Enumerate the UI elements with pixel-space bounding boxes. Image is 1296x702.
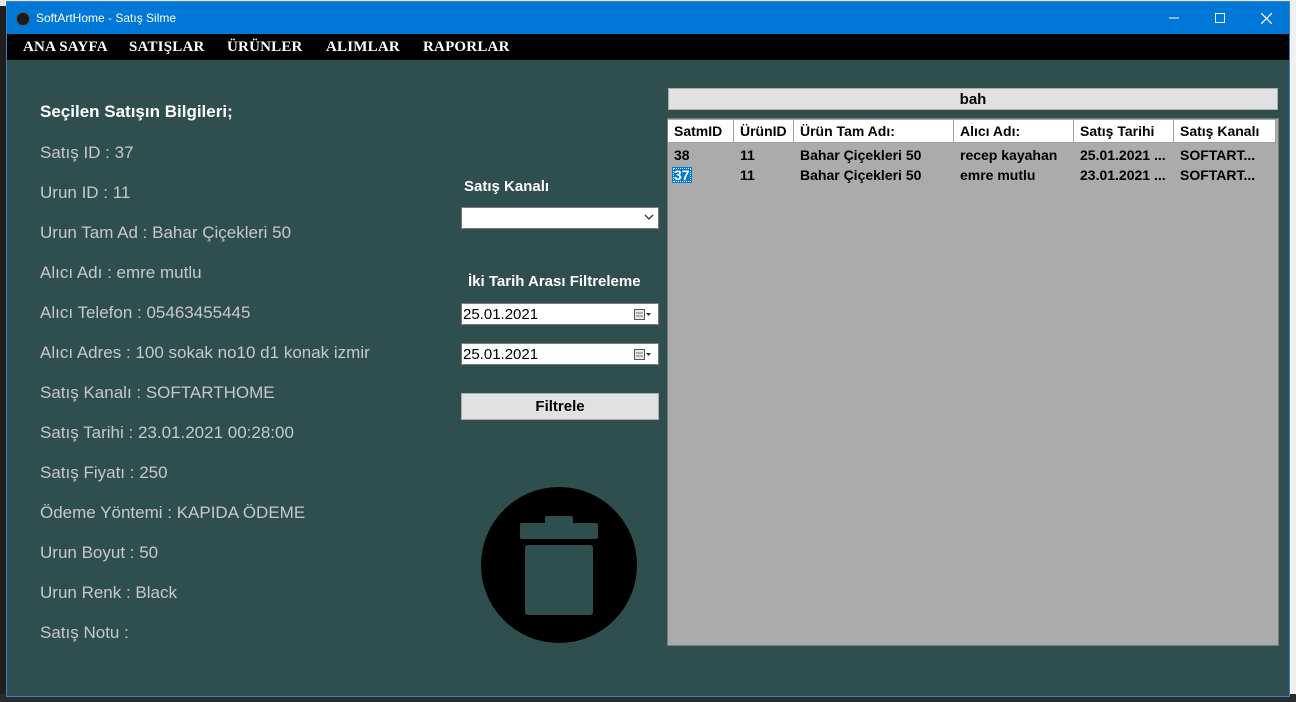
cell-satmid[interactable]: 38 <box>668 145 734 165</box>
info-sale-date: Satış Tarihi : 23.01.2021 00:28:00 <box>40 423 294 442</box>
calendar-icon[interactable] <box>634 309 652 321</box>
info-sale-channel: Satış Kanalı : SOFTARTHOME <box>40 383 275 402</box>
menu-alimlar[interactable]: ALIMLAR <box>326 39 400 56</box>
date-from-value: 25.01.2021 <box>463 306 539 323</box>
menu-urunler[interactable]: ÜRÜNLER <box>227 39 303 56</box>
filter-button[interactable]: Filtrele <box>461 393 659 420</box>
sales-grid[interactable]: SatmID ÜrünID Ürün Tam Adı: Alıcı Adı: S… <box>667 118 1279 646</box>
delete-button[interactable] <box>481 487 637 643</box>
info-product-name: Urun Tam Ad : Bahar Çiçekleri 50 <box>40 223 292 242</box>
cell-satmid[interactable]: 37 <box>668 165 734 185</box>
dropdown-arrow-icon <box>644 214 654 220</box>
selected-sale-header: Seçilen Satışın Bilgileri; <box>40 102 233 121</box>
info-product-id: Urun ID : 11 <box>40 183 131 202</box>
menu-ana-sayfa[interactable]: ANA SAYFA <box>23 39 108 56</box>
col-header-satis-kanali[interactable]: Satış Kanalı <box>1174 120 1276 143</box>
info-product-color: Urun Renk : Black <box>40 583 177 602</box>
info-buyer-address: Alıcı Adres : 100 sokak no10 d1 konak iz… <box>40 343 370 362</box>
cell-satis-tarihi[interactable]: 25.01.2021 ... <box>1074 145 1174 165</box>
col-header-satmid[interactable]: SatmID <box>668 120 734 143</box>
title-bar[interactable]: SoftArtHome - Satış Silme <box>7 2 1289 34</box>
trash-icon <box>520 516 598 615</box>
info-buyer-name: Alıcı Adı : emre mutlu <box>40 263 202 282</box>
table-row[interactable]: 37 11 Bahar Çiçekleri 50 emre mutlu 23.0… <box>668 165 1270 185</box>
search-filter-button[interactable]: bah <box>668 88 1278 110</box>
info-sale-id: Satış ID : 37 <box>40 143 134 162</box>
date-to-value: 25.01.2021 <box>463 346 539 363</box>
minimize-icon <box>1169 17 1179 19</box>
col-header-urunid[interactable]: ÜrünID <box>734 120 794 143</box>
close-button[interactable] <box>1243 2 1289 34</box>
menu-satislar[interactable]: SATIŞLAR <box>129 39 205 56</box>
cell-urunid[interactable]: 11 <box>734 145 794 165</box>
menu-bar: ANA SAYFA SATIŞLAR ÜRÜNLER ALIMLAR RAPOR… <box>7 34 1289 60</box>
cell-urun-tam-adi[interactable]: Bahar Çiçekleri 50 <box>794 165 954 185</box>
date-from-picker[interactable]: 25.01.2021 <box>461 303 659 325</box>
selected-cell-value[interactable]: 37 <box>672 167 692 183</box>
info-sale-note: Satış Notu : <box>40 623 129 642</box>
window-title: SoftArtHome - Satış Silme <box>36 11 177 25</box>
table-row[interactable]: 38 11 Bahar Çiçekleri 50 recep kayahan 2… <box>668 145 1270 165</box>
cell-alici-adi[interactable]: recep kayahan <box>954 145 1074 165</box>
date-to-picker[interactable]: 25.01.2021 <box>461 343 659 365</box>
cell-alici-adi[interactable]: emre mutlu <box>954 165 1074 185</box>
channel-label: Satış Kanalı <box>464 178 550 195</box>
background-desktop-edge <box>1288 0 1296 702</box>
info-payment-method: Ödeme Yöntemi : KAPIDA ÖDEME <box>40 503 306 522</box>
cell-satis-kanali[interactable]: SOFTART... <box>1174 165 1270 185</box>
minimize-button[interactable] <box>1151 2 1197 34</box>
app-icon <box>16 12 30 26</box>
date-filter-label: İki Tarih Arası Filtreleme <box>468 273 641 290</box>
info-product-size: Urun Boyut : 50 <box>40 543 159 562</box>
grid-header: SatmID ÜrünID Ürün Tam Adı: Alıcı Adı: S… <box>668 120 1276 143</box>
calendar-icon[interactable] <box>634 349 652 361</box>
col-header-satis-tarihi[interactable]: Satış Tarihi <box>1074 120 1174 143</box>
channel-select[interactable] <box>461 207 659 229</box>
main-window: SoftArtHome - Satış Silme ANA SAYFA SATI… <box>7 2 1289 696</box>
maximize-button[interactable] <box>1197 2 1243 34</box>
col-header-alici-adi[interactable]: Alıcı Adı: <box>954 120 1074 143</box>
close-icon <box>1260 12 1272 24</box>
info-buyer-phone: Alıcı Telefon : 05463455445 <box>40 303 251 322</box>
cell-satis-tarihi[interactable]: 23.01.2021 ... <box>1074 165 1174 185</box>
menu-raporlar[interactable]: RAPORLAR <box>423 39 510 56</box>
cell-satis-kanali[interactable]: SOFTART... <box>1174 145 1270 165</box>
cell-urunid[interactable]: 11 <box>734 165 794 185</box>
col-header-urun-tam-adi[interactable]: Ürün Tam Adı: <box>794 120 954 143</box>
cell-urun-tam-adi[interactable]: Bahar Çiçekleri 50 <box>794 145 954 165</box>
info-sale-price: Satış Fiyatı : 250 <box>40 463 168 482</box>
maximize-icon <box>1215 13 1225 23</box>
